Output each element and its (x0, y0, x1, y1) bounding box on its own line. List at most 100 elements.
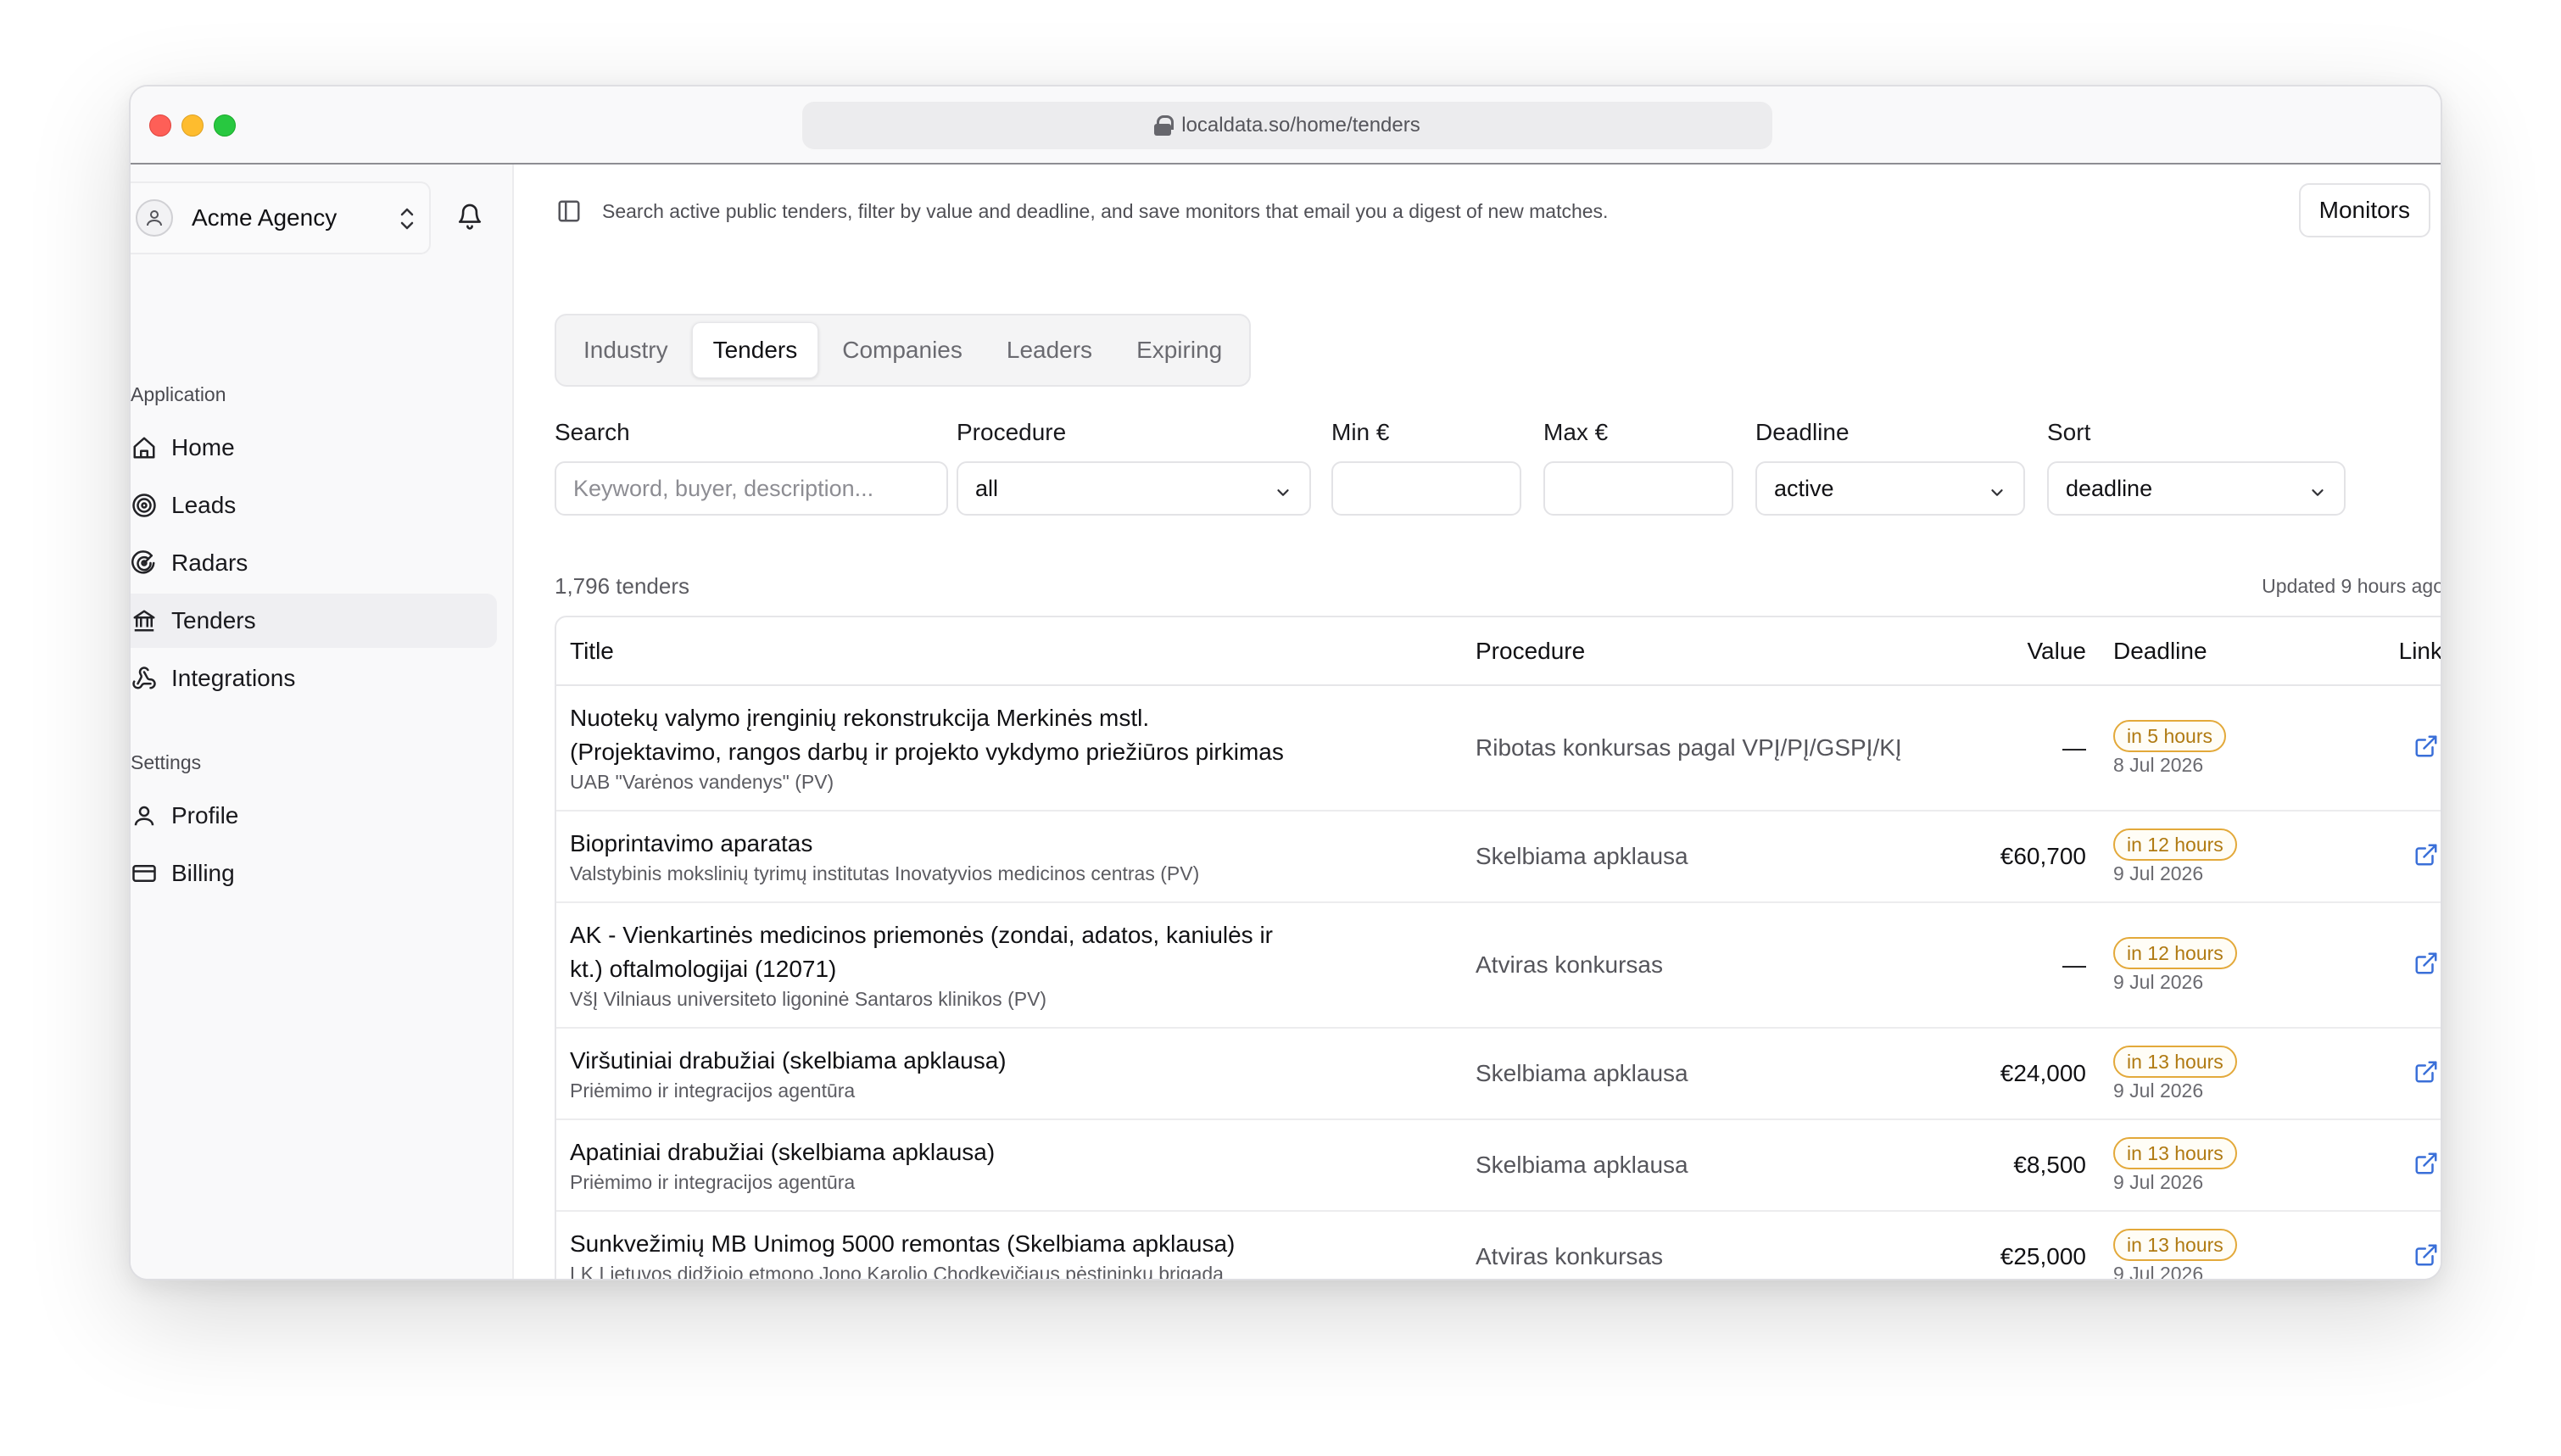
url-text: localdata.so/home/tenders (1181, 114, 1420, 137)
home-icon (131, 434, 158, 461)
sidebar-item-label: Billing (171, 860, 235, 886)
external-link-icon[interactable] (2413, 1244, 2439, 1271)
tender-title-line: Sunkvežimių MB Unimog 5000 remontas (Ske… (570, 1230, 1236, 1257)
tender-title[interactable]: Bioprintavimo aparatas (570, 827, 1448, 861)
org-name: Acme Agency (192, 204, 338, 231)
tender-title[interactable]: Viršutiniai drabužiai (skelbiama apklaus… (570, 1044, 1448, 1078)
chevrons-up-down-icon (397, 205, 417, 237)
tenders-table: Title Procedure Value Deadline Link Nuot… (555, 616, 2441, 1279)
min-value-field (1331, 461, 1521, 516)
sort-select[interactable]: deadline (2047, 461, 2346, 516)
tab-industry[interactable]: Industry (563, 322, 689, 378)
sidebar-item-home[interactable]: Home (131, 421, 497, 475)
tab-expiring[interactable]: Expiring (1116, 322, 1242, 378)
tender-title-line: Bioprintavimo aparatas (570, 830, 813, 856)
deadline-date: 9 Jul 2026 (2113, 1170, 2204, 1193)
tender-value: — (1937, 902, 2100, 1029)
panel-left-icon[interactable] (556, 198, 582, 228)
tender-buyer: Valstybinis mokslinių tyrimų institutas … (570, 862, 1200, 884)
minimize-window-button[interactable] (181, 114, 204, 137)
tender-buyer: VšĮ Vilniaus universiteto ligoninė Santa… (570, 988, 1047, 1010)
tender-value: €24,000 (1937, 1028, 2100, 1120)
table-row[interactable]: Sunkvežimių MB Unimog 5000 remontas (Ske… (556, 1211, 2441, 1279)
bell-icon[interactable] (456, 202, 483, 235)
deadline-badge: in 12 hours (2113, 828, 2237, 861)
column-header-value: Value (1937, 617, 2100, 686)
column-header-deadline: Deadline (2100, 617, 2312, 686)
tab-tenders[interactable]: Tenders (691, 322, 819, 378)
column-header-link: Link (2312, 617, 2441, 686)
tender-title-line: Apatiniai drabužiai (skelbiama apklausa) (570, 1139, 996, 1165)
tender-procedure: Atviras konkursas (1462, 902, 1937, 1029)
min-value-input[interactable] (1350, 475, 1503, 502)
sidebar-item-profile[interactable]: Profile (131, 789, 497, 843)
deadline-badge: in 5 hours (2113, 719, 2227, 752)
org-switcher[interactable]: Acme Agency (131, 181, 431, 254)
browser-window: localdata.so/home/tenders Acme Agency Ap… (129, 85, 2442, 1280)
deadline-date: 9 Jul 2026 (2113, 1079, 2204, 1102)
sidebar-item-billing[interactable]: Billing (131, 846, 497, 901)
column-header-procedure: Procedure (1462, 617, 1937, 686)
tender-buyer: Priėmimo ir integracijos agentūra (570, 1079, 856, 1102)
sidebar-item-tenders[interactable]: Tenders (131, 594, 497, 648)
procedure-value: all (975, 475, 999, 501)
target-icon (131, 492, 158, 519)
tender-buyer: LK Lietuvos didžiojo etmono Jono Karolio… (570, 1263, 1224, 1279)
tender-title-line: AK - Vienkartinės medicinos priemonės (z… (570, 922, 1274, 948)
procedure-select[interactable]: all (957, 461, 1311, 516)
tab-companies[interactable]: Companies (822, 322, 983, 378)
table-row[interactable]: Viršutiniai drabužiai (skelbiama apklaus… (556, 1028, 2441, 1120)
deadline-badge: in 13 hours (2113, 1045, 2237, 1078)
search-input[interactable] (573, 475, 929, 502)
results-count: 1,796 tenders (555, 573, 690, 599)
table-row[interactable]: Nuotekų valymo įrenginių rekonstrukcija … (556, 685, 2441, 812)
search-field (555, 461, 948, 516)
section-label-application: Application (131, 383, 226, 405)
tender-title[interactable]: Nuotekų valymo įrenginių rekonstrukcija … (570, 701, 1448, 769)
deadline-date: 9 Jul 2026 (2113, 970, 2204, 993)
address-bar[interactable]: localdata.so/home/tenders (802, 102, 1772, 149)
title-bar: localdata.so/home/tenders (131, 86, 2441, 165)
tab-bar: Industry Tenders Companies Leaders Expir… (555, 314, 1252, 387)
sidebar-item-label: Tenders (171, 607, 256, 633)
sort-value: deadline (2066, 475, 2153, 501)
table-row[interactable]: AK - Vienkartinės medicinos priemonės (z… (556, 902, 2441, 1029)
table-row[interactable]: Bioprintavimo aparatas Valstybinis moksl… (556, 811, 2441, 903)
table-header-row: Title Procedure Value Deadline Link (556, 617, 2441, 686)
tender-title-line: kt.) oftalmologijai (12071) (570, 956, 837, 982)
chevron-down-icon (1988, 482, 2006, 508)
external-link-icon[interactable] (2413, 735, 2439, 762)
deadline-value: active (1774, 475, 1834, 501)
updated-timestamp: Updated 9 hours ago (2262, 575, 2441, 597)
tender-title[interactable]: Apatiniai drabužiai (skelbiama apklausa) (570, 1135, 1448, 1169)
external-link-icon[interactable] (2413, 1152, 2439, 1180)
max-value-label: Max € (1543, 419, 1609, 445)
maximize-window-button[interactable] (214, 114, 236, 137)
tab-leaders[interactable]: Leaders (986, 322, 1113, 378)
deadline-label: Deadline (1755, 419, 1850, 445)
external-link-icon[interactable] (2413, 1061, 2439, 1088)
monitors-button[interactable]: Monitors (2298, 183, 2430, 237)
deadline-date: 9 Jul 2026 (2113, 1262, 2204, 1280)
deadline-badge: in 13 hours (2113, 1136, 2237, 1169)
sidebar-item-radars[interactable]: Radars (131, 536, 497, 590)
tender-title-line: (Projektavimo, rangos darbų ir projekto … (570, 739, 1284, 765)
page-description: Search active public tenders, filter by … (602, 200, 1609, 222)
deadline-badge: in 13 hours (2113, 1228, 2237, 1261)
external-link-icon[interactable] (2413, 844, 2439, 871)
sidebar-item-leads[interactable]: Leads (131, 478, 497, 533)
tender-title[interactable]: AK - Vienkartinės medicinos priemonės (z… (570, 918, 1448, 986)
tender-value: €25,000 (1937, 1211, 2100, 1279)
table-row[interactable]: Apatiniai drabužiai (skelbiama apklausa)… (556, 1119, 2441, 1212)
external-link-icon[interactable] (2413, 952, 2439, 979)
sidebar-item-label: Home (171, 434, 235, 460)
tender-value: €8,500 (1937, 1119, 2100, 1212)
tender-procedure: Atviras konkursas (1462, 1211, 1937, 1279)
column-header-title: Title (556, 617, 1462, 686)
deadline-date: 9 Jul 2026 (2113, 862, 2204, 884)
max-value-input[interactable] (1562, 475, 1715, 502)
sidebar-item-integrations[interactable]: Integrations (131, 651, 497, 706)
tender-title[interactable]: Sunkvežimių MB Unimog 5000 remontas (Ske… (570, 1227, 1448, 1261)
close-window-button[interactable] (149, 114, 171, 137)
deadline-select[interactable]: active (1755, 461, 2025, 516)
